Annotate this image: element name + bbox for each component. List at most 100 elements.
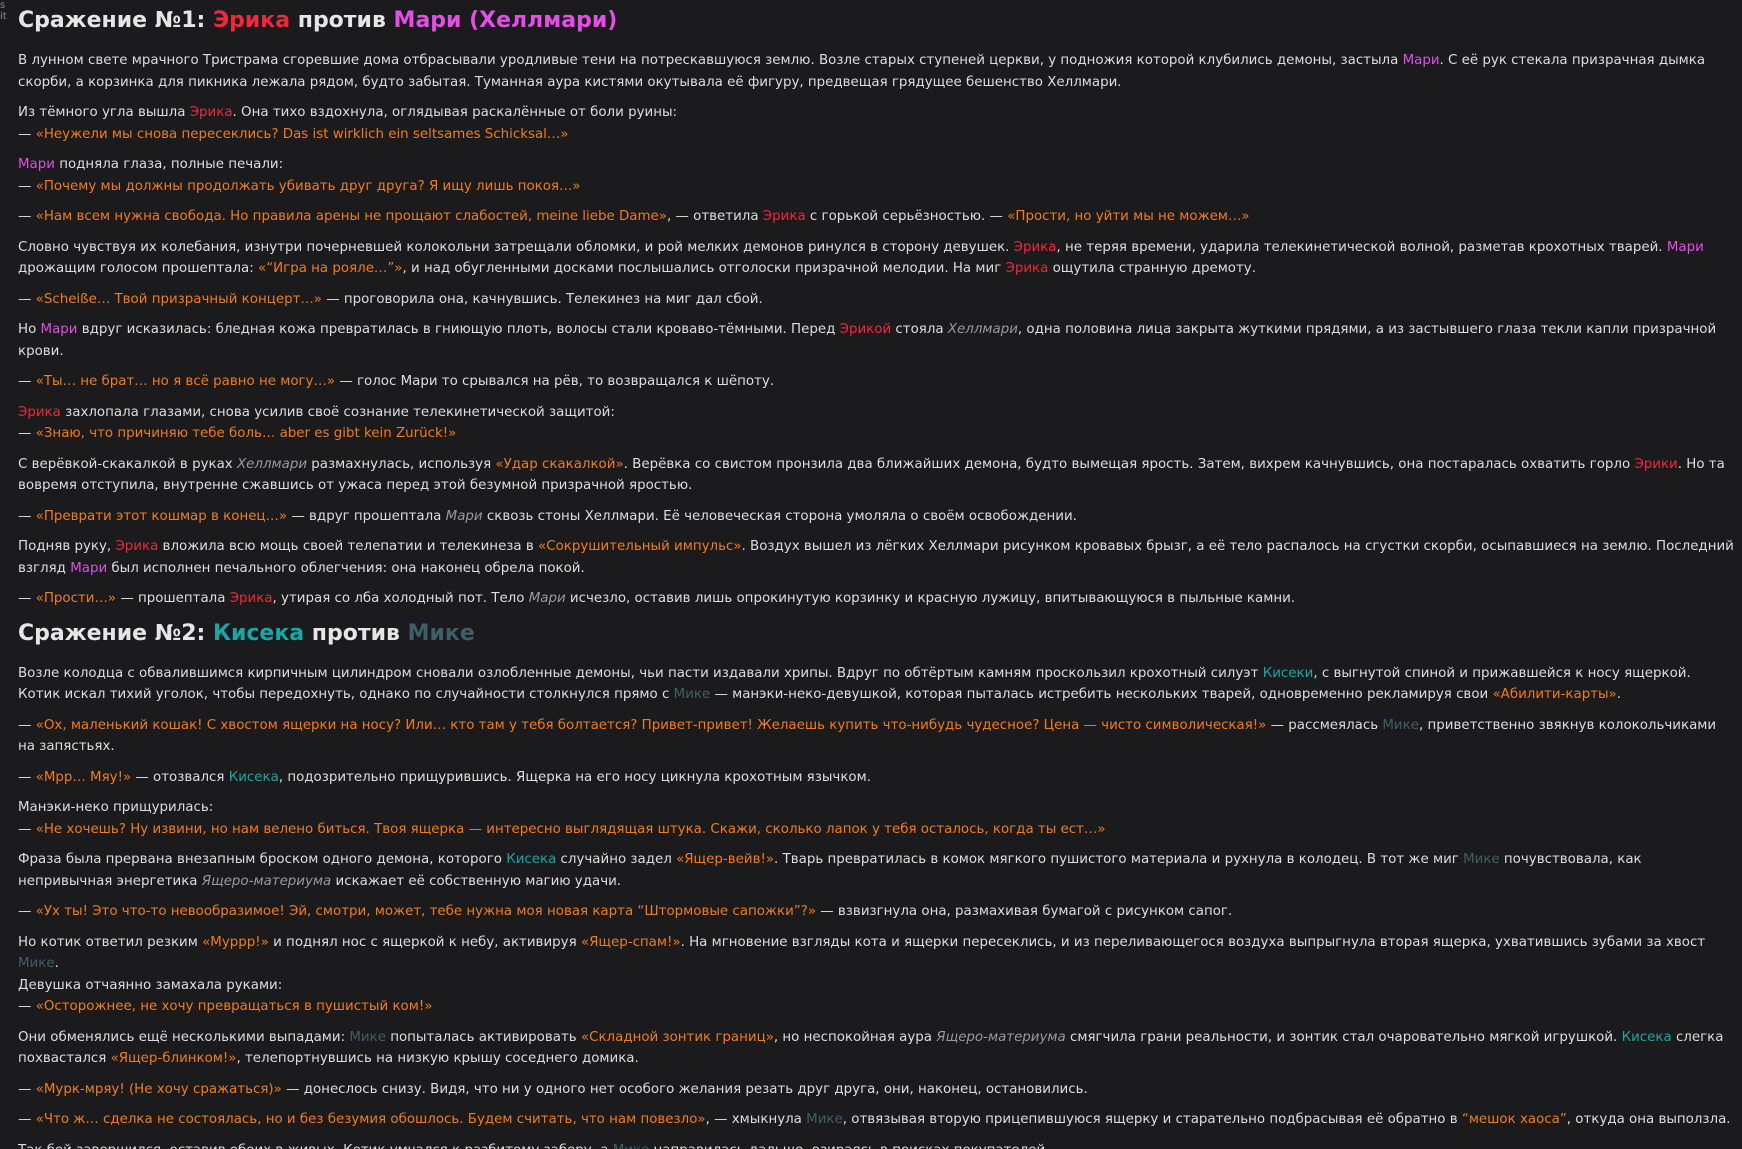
story-paragraph: — «Преврати этот кошмар в конец…» — вдру…	[18, 506, 1734, 528]
story-paragraph: — «Ты… не брат… но я всё равно не могу…»…	[18, 371, 1734, 393]
character-name-kiseka: Кисека	[506, 852, 557, 867]
text-run: , не теряя времени, ударила телекинетиче…	[1056, 239, 1667, 255]
text-run: —	[18, 426, 36, 441]
character-name-erika: Эрики	[1634, 456, 1678, 472]
text-run: Они обменялись ещё несколькими выпадами:	[18, 1029, 350, 1045]
text-run: Так бой завершился, оставив обоих в живы…	[18, 1143, 613, 1149]
text-run: — донеслось снизу. Видя, что ни у одного…	[281, 1081, 1088, 1097]
dialogue-quote: «Ящер-блинком!»	[110, 1051, 237, 1066]
text-run: подняла глаза, полные печали:	[54, 157, 284, 172]
character-name-mari: Мари	[18, 157, 55, 172]
character-name-erika: Эрика	[212, 8, 291, 33]
dialogue-quote: «Ты… не брат… но я всё равно не могу…»	[35, 374, 336, 389]
story-paragraph: Так бой завершился, оставив обоих в живы…	[18, 1140, 1734, 1149]
text-run: попыталась активировать	[385, 1029, 581, 1045]
text-run: дрожащим голосом прошептала:	[18, 261, 259, 276]
text-run: —	[18, 209, 36, 224]
text-run: с горькой серьёзностью. —	[805, 209, 1008, 224]
italic-name: Хеллмари	[236, 456, 308, 472]
dialogue-quote: «Ящер-спам!»	[580, 934, 681, 950]
text-run: — отозвался	[131, 769, 229, 785]
text-run: В лунном свете мрачного Тристрама сгорев…	[18, 53, 1403, 68]
story-paragraph: Возле колодца с обвалившимся кирпичным ц…	[18, 663, 1734, 706]
battle-section-2: Сражение №2: Кисека против Мике Возле кол…	[18, 619, 1734, 1149]
italic-name: Ящеро-материума	[201, 873, 332, 889]
text-run: . Она тихо вздохнула, оглядывая раскалён…	[232, 105, 678, 120]
dialogue-quote: «Scheiße… Твой призрачный концерт…»	[35, 291, 322, 307]
text-run: против	[304, 620, 408, 646]
text-run: — манэки-неко-девушкой, которая пыталась…	[710, 687, 1493, 702]
story-paragraph: — «Мрр… Мяу!» — отозвался Кисека, подозр…	[18, 767, 1734, 789]
character-name-erika: Эрика	[1005, 261, 1049, 276]
text-run: — рассмеялась	[1266, 717, 1383, 733]
story-paragraph: Подняв руку, Эрика вложила всю мощь свое…	[18, 536, 1734, 579]
story-paragraph: В лунном свете мрачного Тристрама сгорев…	[18, 50, 1734, 93]
text-run: сквозь стоны Хеллмари. Её человеческая с…	[482, 508, 1077, 524]
story-paragraph: Но котик ответил резким «Муррр!» и подня…	[18, 932, 1734, 1018]
italic-name: Хеллмари	[947, 322, 1018, 337]
character-name-kiseka: Кисеки	[1262, 665, 1314, 681]
character-name-erika: Эрика	[189, 105, 233, 120]
dialogue-quote: «Мрр… Мяу!»	[35, 769, 132, 785]
text-run: размахнулась, используя	[307, 456, 496, 472]
dialogue-quote: «Знаю, что причиняю тебе боль… aber es g…	[35, 426, 457, 441]
text-run: — прошептала	[116, 591, 230, 606]
text-run: . Тварь превратилась в комок мягкого пуш…	[774, 852, 1464, 867]
story-paragraph: Словно чувствуя их колебания, изнутри по…	[18, 237, 1734, 280]
text-run: Девушка отчаянно замахала руками:	[18, 977, 283, 993]
text-run: искажает её собственную магию удачи.	[331, 873, 622, 889]
dialogue-quote: «Муррр!»	[202, 934, 269, 950]
dialogue-quote: «Нам всем нужна свобода. Но правила арен…	[35, 209, 667, 224]
dialogue-quote: «Прости…»	[35, 591, 117, 606]
text-run: случайно задел	[556, 852, 677, 867]
battle-heading: Сражение №2: Кисека против Мике	[18, 619, 1734, 649]
dialogue-quote: «Преврати этот кошмар в конец…»	[35, 508, 288, 524]
dialogue-quote: “мешок хаоса”	[1461, 1112, 1567, 1127]
text-run: , телепортнувшись на низкую крышу соседн…	[236, 1051, 639, 1066]
dialogue-quote: «Неужели мы снова пересеклись? Das ist w…	[35, 126, 569, 142]
text-run: смягчила грани реальности, и зонтик стал…	[1065, 1029, 1622, 1045]
character-name-mike: Мике	[407, 620, 475, 646]
text-run: . Верёвка со свистом пронзила два ближай…	[623, 456, 1635, 472]
text-run: —	[18, 717, 36, 733]
dialogue-quote: «Складной зонтик границ»	[580, 1029, 774, 1045]
text-run: , утирая со лба холодный пот. Тело	[272, 591, 529, 606]
text-run: Фраза была прервана внезапным броском од…	[18, 852, 507, 867]
character-name-mari: Мари	[70, 560, 108, 576]
italic-name: Мари	[445, 508, 483, 524]
text-run: вложила всю мощь своей телепатии и телек…	[158, 539, 539, 554]
text-run: —	[18, 821, 36, 837]
text-run: , но неспокойная аура	[773, 1029, 937, 1045]
dialogue-quote: «Прости, но уйти мы не можем…»	[1007, 209, 1250, 224]
text-run: Подняв руку,	[18, 539, 116, 554]
dialogue-quote: «Сокрушительный импульс»	[538, 539, 742, 554]
text-run: Но котик ответил резким	[18, 934, 203, 950]
text-run: Возле колодца с обвалившимся кирпичным ц…	[18, 665, 1263, 681]
dialogue-quote: «Что ж… сделка не состоялась, но и без б…	[35, 1112, 706, 1127]
text-run: Манэки-неко прищурилась:	[18, 800, 214, 815]
story-paragraph: Эрика захлопала глазами, снова усилив св…	[18, 402, 1734, 445]
dialogue-quote: «Удар скакалкой»	[495, 456, 624, 472]
story-paragraph: Манэки-неко прищурилась: — «Не хочешь? Ну…	[18, 797, 1734, 840]
character-name-kiseka: Кисека	[228, 769, 279, 785]
text-run: , — ответила	[666, 209, 763, 224]
text-run: —	[18, 769, 36, 785]
text-run: и поднял нос с ящеркой к небу, активируя	[268, 934, 581, 950]
story-paragraph: — «Прости…» — прошептала Эрика, утирая с…	[18, 588, 1734, 610]
character-name-mari: Мари	[1666, 239, 1704, 255]
text-run: против	[290, 8, 394, 33]
text-run: — голос Мари то срывался на рёв, то возв…	[335, 374, 775, 389]
character-name-erika: Эрикой	[839, 322, 892, 337]
story-paragraph: Но Мари вдруг исказилась: бледная кожа п…	[18, 319, 1734, 362]
text-run: исчезло, оставив лишь опрокинутую корзин…	[565, 591, 1296, 606]
character-name-mari: Мари	[1402, 53, 1440, 68]
dialogue-quote: «“Игра на рояле…”»	[258, 261, 403, 276]
character-name-mike: Мике	[1463, 852, 1500, 867]
text-run: —	[18, 508, 36, 524]
text-run: —	[18, 291, 36, 307]
text-run: —	[18, 178, 36, 194]
character-name-erika: Эрика	[1013, 239, 1057, 255]
text-run: , подозрительно прищурившись. Ящерка на …	[278, 769, 871, 785]
dialogue-quote: «Не хочешь? Ну извини, но нам велено бит…	[35, 821, 1106, 837]
text-run: —	[18, 1081, 36, 1097]
